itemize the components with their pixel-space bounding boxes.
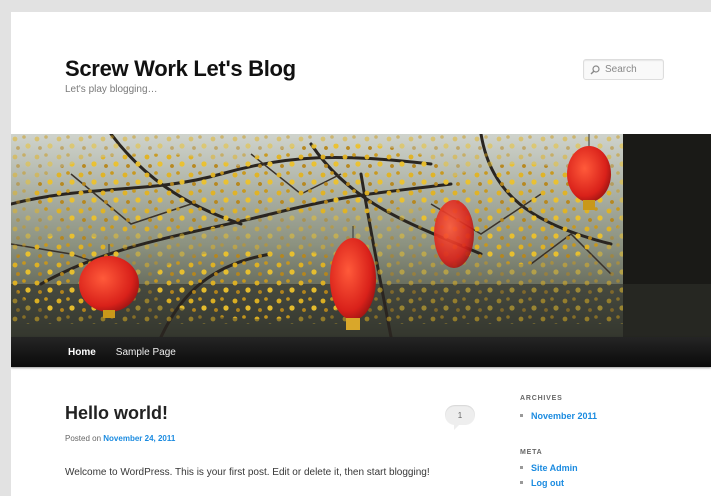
archives-list: November 2011 [520, 408, 597, 423]
main-navigation: Home Sample Page [11, 337, 711, 367]
post-date-link[interactable]: November 24, 2011 [103, 434, 175, 443]
banner-photo [11, 134, 711, 337]
meta-widget-title: META [520, 449, 543, 456]
page: Screw Work Let's Blog Let's play bloggin… [11, 12, 711, 496]
nav-item-home[interactable]: Home [68, 347, 96, 358]
search-input[interactable] [605, 64, 660, 75]
meta-item: Site Admin [520, 460, 578, 475]
post-meta: Posted on November 24, 2011 [65, 434, 175, 443]
post-excerpt: Welcome to WordPress. This is your first… [65, 467, 430, 478]
meta-item: Log out [520, 475, 578, 490]
search-box[interactable] [583, 59, 664, 80]
site-description: Let's play blogging… [65, 84, 158, 95]
post-title[interactable]: Hello world! [65, 403, 168, 424]
meta-list: Site Admin Log out [520, 460, 578, 490]
meta-link-log-out[interactable]: Log out [531, 478, 564, 488]
bullet-icon [520, 481, 523, 484]
site-title[interactable]: Screw Work Let's Blog [65, 56, 296, 82]
comment-count-bubble[interactable]: 1 [445, 405, 475, 430]
nav-item-sample-page[interactable]: Sample Page [116, 347, 176, 358]
archive-link-november-2011[interactable]: November 2011 [531, 411, 597, 421]
archives-widget-title: ARCHIVES [520, 395, 563, 402]
bullet-icon [520, 414, 523, 417]
header-banner-image [11, 134, 711, 337]
search-icon [590, 64, 600, 74]
archive-item: November 2011 [520, 408, 597, 423]
posted-on-label: Posted on [65, 434, 102, 443]
meta-link-site-admin[interactable]: Site Admin [531, 463, 578, 473]
bullet-icon [520, 466, 523, 469]
